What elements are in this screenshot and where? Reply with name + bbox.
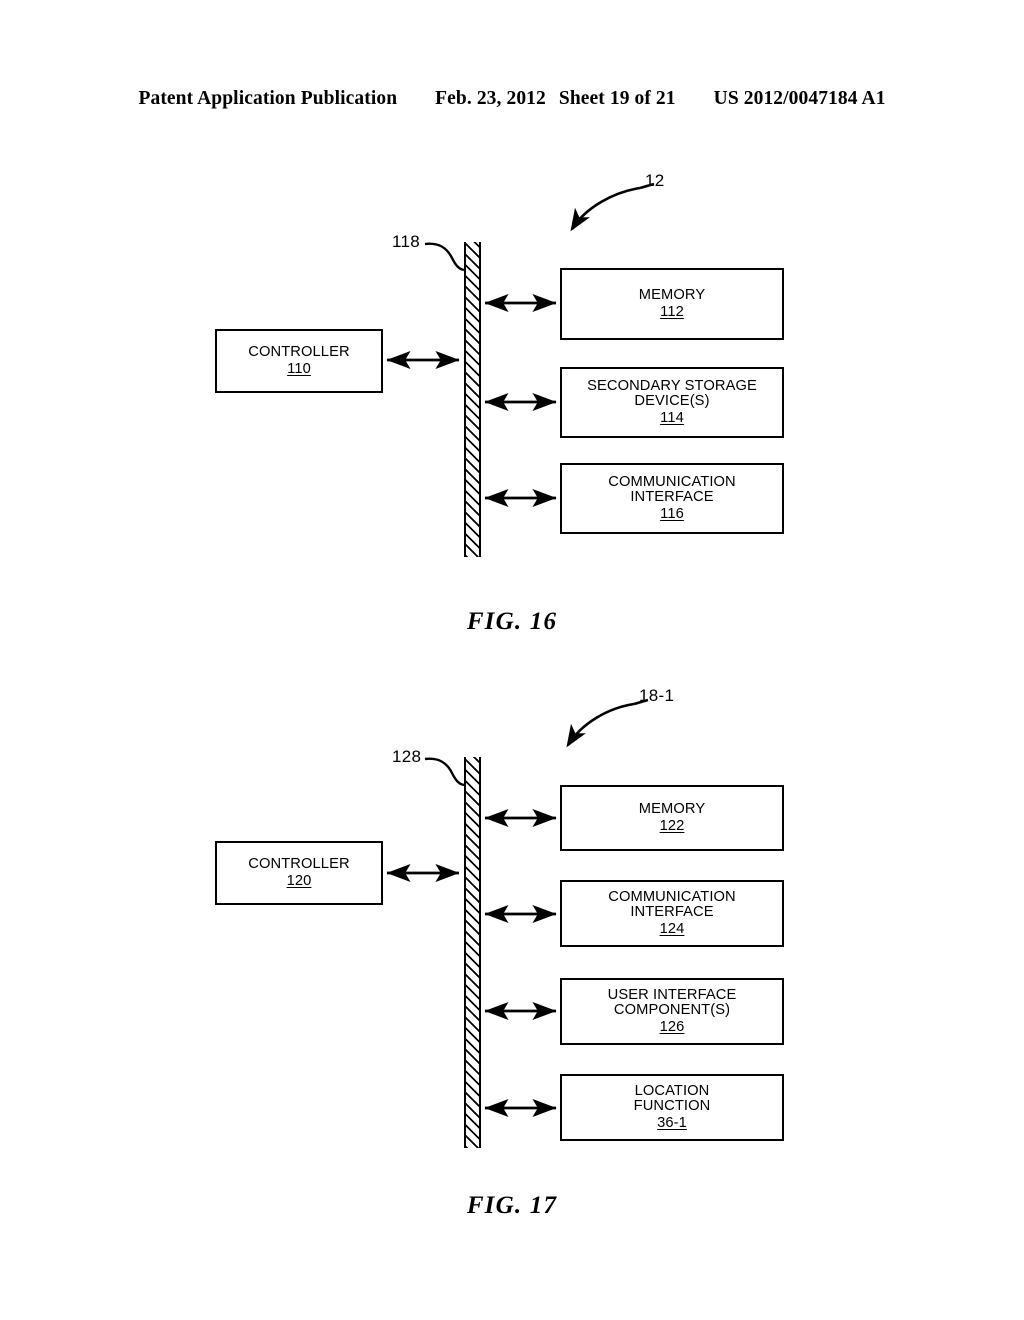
peripheral-block-communication-interface: COMMUNICATION INTERFACE 124	[560, 880, 784, 947]
peripheral-number: 112	[660, 303, 684, 320]
header-document-number: US 2012/0047184 A1	[713, 88, 886, 109]
peripheral-label: COMMUNICATION INTERFACE	[608, 473, 736, 506]
system-reference-label: 18-1	[639, 686, 675, 705]
bus-ref-leader	[424, 757, 465, 787]
figure-17: 18-1 128 CONTROLLER 120 MEMORY 122 COMMU…	[0, 664, 1024, 1244]
peripheral-label: MEMORY	[638, 800, 706, 817]
controller-block: CONTROLLER 110	[215, 329, 383, 393]
controller-block: CONTROLLER 120	[215, 841, 383, 905]
peripheral-number: 126	[659, 1018, 685, 1035]
controller-number: 110	[287, 360, 311, 377]
peripheral-block-location-function: LOCATION FUNCTION 36-1	[560, 1074, 784, 1141]
system-ref-arrow	[566, 702, 635, 748]
system-bus	[464, 242, 481, 557]
page-header: Patent Application Publication Feb. 23, 2…	[0, 88, 1024, 110]
peripheral-block-secondary-storage: SECONDARY STORAGE DEVICE(S) 114	[560, 367, 784, 438]
peripheral-label: LOCATION FUNCTION	[633, 1082, 711, 1115]
system-ref-arrow	[570, 186, 641, 232]
peripheral-block-user-interface-components: USER INTERFACE COMPONENT(S) 126	[560, 978, 784, 1045]
system-bus	[464, 757, 481, 1148]
header-date: Feb. 23, 2012	[435, 88, 546, 109]
peripheral-label: USER INTERFACE COMPONENT(S)	[607, 986, 737, 1019]
peripheral-block-memory: MEMORY 112	[560, 268, 784, 340]
figure-16-caption: FIG. 16	[466, 608, 558, 635]
controller-number: 120	[286, 872, 312, 889]
peripheral-block-communication-interface: COMMUNICATION INTERFACE 116	[560, 463, 784, 534]
peripheral-block-memory: MEMORY 122	[560, 785, 784, 851]
bus-reference-label: 128	[392, 747, 422, 766]
peripheral-number: 36-1	[657, 1114, 687, 1131]
peripheral-number: 116	[660, 505, 684, 522]
peripheral-number: 124	[659, 920, 685, 937]
bus-reference-label: 118	[392, 232, 421, 251]
controller-label: CONTROLLER	[248, 855, 350, 872]
peripheral-label: MEMORY	[638, 286, 706, 303]
figure-16: 12 118 CONTROLLER 110 MEMORY 112 SECONDA…	[0, 150, 1024, 650]
peripheral-number: 114	[660, 409, 684, 426]
controller-label: CONTROLLER	[248, 343, 350, 360]
figure-17-caption: FIG. 17	[466, 1192, 558, 1219]
figure-16-connectors	[386, 182, 655, 507]
header-publication: Patent Application Publication	[138, 88, 398, 109]
system-reference-label: 12	[645, 171, 665, 190]
header-sheet: Sheet 19 of 21	[558, 88, 676, 109]
peripheral-label: COMMUNICATION INTERFACE	[608, 888, 736, 921]
peripheral-number: 122	[659, 817, 685, 834]
figure-17-connectors	[386, 698, 649, 1117]
bus-ref-leader	[424, 242, 465, 272]
peripheral-label: SECONDARY STORAGE DEVICE(S)	[587, 377, 757, 410]
